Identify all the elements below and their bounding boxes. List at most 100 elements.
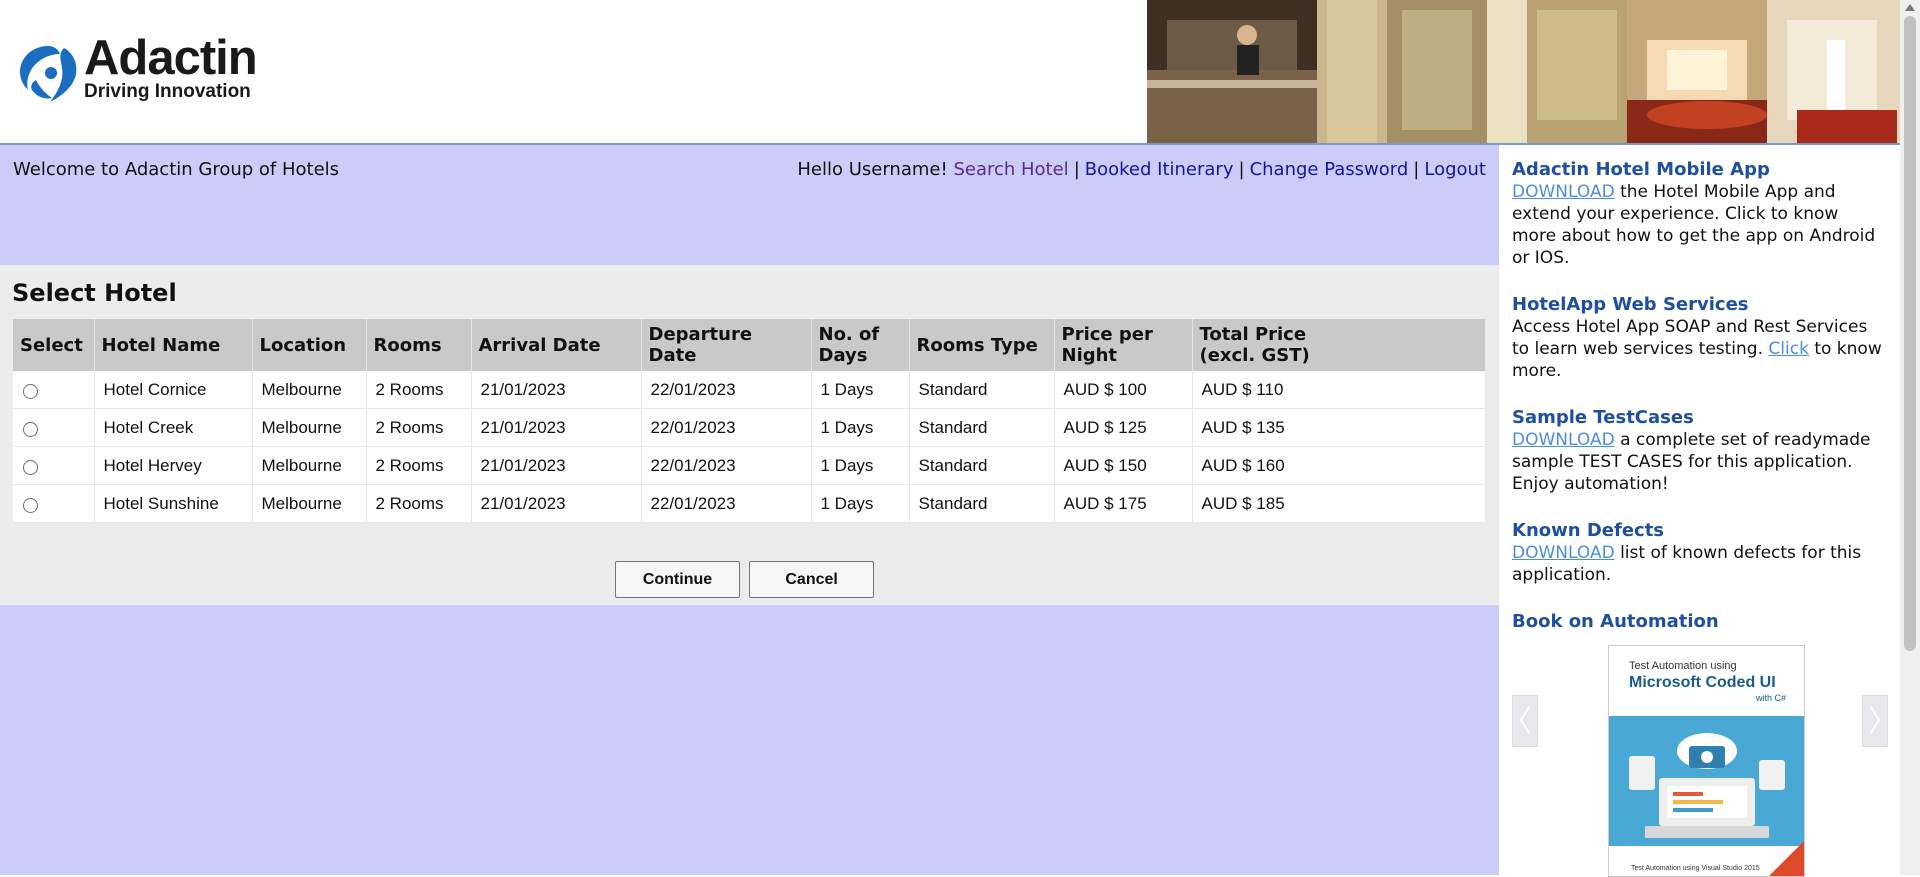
column-header-text: Night [1061,345,1118,366]
column-header-price-per-night: Price per Night [1054,319,1193,371]
book-cover-title: Microsoft Coded UI [1629,674,1776,691]
page-title: Select Hotel [12,279,177,307]
book-cover-caption: Test Automation using Visual Studio 2015 [1631,865,1760,872]
welcome-text: Welcome to Adactin Group of Hotels [13,159,340,180]
laptop-illustration-icon [1609,733,1804,876]
price-per-night-cell: AUD $ 175 [1054,484,1193,523]
location-cell: Melbourne [252,408,367,447]
departure-date-cell: 22/01/2023 [641,408,812,447]
web-services-click-link[interactable]: Click [1768,339,1809,359]
select-cell [13,446,95,485]
book-cover-image[interactable]: Test Automation using Microsoft Coded UI… [1608,645,1805,877]
total-price-cell: AUD $ 185 [1192,484,1486,523]
book-cover-subtitle: Test Automation using [1629,660,1737,672]
known-defects-section: Known Defects DOWNLOAD list of known def… [1512,520,1887,586]
arrival-date-cell: 21/01/2023 [471,408,642,447]
arrival-date-cell: 21/01/2023 [471,446,642,485]
scroll-up-arrow-icon[interactable] [1905,4,1915,11]
page-header: Adactin Driving Innovation [0,0,1900,145]
column-header-rooms: Rooms [366,319,472,371]
table-row: Hotel Cornice Melbourne 2 Rooms 21/01/20… [13,371,1486,409]
book-section: Book on Automation [1512,611,1887,633]
top-navigation: Hello Username! Search Hotel | Booked Itin… [797,159,1486,180]
hotel-name-cell: Hotel Cornice [94,371,253,409]
column-header-hotel-name: Hotel Name [94,319,253,371]
chevron-right-icon [1870,706,1881,734]
days-cell: 1 Days [811,446,910,485]
select-hotel-panel: Select Hotel Select Hotel Name Location … [0,265,1499,605]
column-header-arrival-date: Arrival Date [471,319,642,371]
user-greeting: Hello Username! [797,159,948,180]
mobile-app-title: Adactin Hotel Mobile App [1512,159,1770,180]
book-cover-header: Test Automation using Microsoft Coded UI… [1609,646,1804,716]
arrival-date-cell: 21/01/2023 [471,371,642,409]
hotel-select-radio[interactable] [23,384,38,400]
rooms-cell: 2 Rooms [366,446,472,485]
hotel-select-radio[interactable] [23,498,38,514]
column-header-text: Days [818,345,868,366]
days-cell: 1 Days [811,371,910,409]
column-header-text: No. of [818,324,880,345]
continue-button[interactable]: Continue [615,561,740,598]
location-cell: Melbourne [252,484,367,523]
brand-tagline: Driving Innovation [84,81,251,102]
table-row: Hotel Sunshine Melbourne 2 Rooms 21/01/2… [13,484,1486,523]
mobile-app-download-link[interactable]: DOWNLOAD [1512,182,1615,202]
price-per-night-cell: AUD $ 125 [1054,408,1193,447]
hotel-select-radio[interactable] [23,460,38,476]
test-cases-download-link[interactable]: DOWNLOAD [1512,430,1615,450]
web-services-title: HotelApp Web Services [1512,294,1749,315]
adactin-logo: Adactin Driving Innovation [18,34,288,106]
column-header-text: Price per [1061,324,1153,345]
right-sidebar: Adactin Hotel Mobile App DOWNLOAD the Ho… [1499,145,1900,877]
nav-separator: | [1073,159,1080,180]
cancel-button[interactable]: Cancel [749,561,875,598]
book-cover-lang: with C# [1755,693,1786,703]
departure-date-cell: 22/01/2023 [641,371,812,409]
carousel-next-button[interactable] [1862,695,1888,747]
booked-itinerary-link[interactable]: Booked Itinerary [1085,159,1234,180]
table-row: Hotel Hervey Melbourne 2 Rooms 21/01/202… [13,446,1486,485]
rooms-cell: 2 Rooms [366,408,472,447]
total-price-cell: AUD $ 110 [1192,371,1486,409]
action-buttons: Continue Cancel [615,561,878,598]
total-price-cell: AUD $ 135 [1192,408,1486,447]
select-cell [13,371,95,409]
departure-date-cell: 22/01/2023 [641,484,812,523]
search-hotel-link[interactable]: Search Hotel [953,159,1068,180]
price-per-night-cell: AUD $ 150 [1054,446,1193,485]
room-type-cell: Standard [909,408,1055,447]
scrollbar-thumb[interactable] [1904,16,1916,651]
nav-separator: | [1413,159,1420,180]
chevron-left-icon [1519,706,1530,734]
hotel-name-cell: Hotel Hervey [94,446,253,485]
room-type-cell: Standard [909,484,1055,523]
test-cases-section: Sample TestCases DOWNLOAD a complete set… [1512,407,1887,495]
days-cell: 1 Days [811,408,910,447]
location-cell: Melbourne [252,371,367,409]
hotel-select-radio[interactable] [23,422,38,438]
hotel-lobby-banner [1147,0,1900,143]
web-services-section: HotelApp Web Services Access Hotel App S… [1512,294,1887,382]
select-cell [13,484,95,523]
page-scrollbar[interactable] [1900,0,1920,875]
known-defects-download-link[interactable]: DOWNLOAD [1512,543,1615,563]
carousel-prev-button[interactable] [1512,695,1538,747]
column-header-rooms-type: Rooms Type [909,319,1055,371]
column-header-total-price: Total Price (excl. GST) [1192,319,1486,371]
mobile-app-section: Adactin Hotel Mobile App DOWNLOAD the Ho… [1512,159,1887,269]
table-header-row: Select Hotel Name Location Rooms Arrival… [13,319,1486,371]
days-cell: 1 Days [811,484,910,523]
arrival-date-cell: 21/01/2023 [471,484,642,523]
column-header-text: (excl. GST) [1199,345,1310,366]
location-cell: Melbourne [252,446,367,485]
nav-separator: | [1238,159,1245,180]
hotel-lobby-image [1147,0,1900,143]
room-type-cell: Standard [909,371,1055,409]
change-password-link[interactable]: Change Password [1250,159,1409,180]
column-header-location: Location [252,319,367,371]
price-per-night-cell: AUD $ 100 [1054,371,1193,409]
select-cell [13,408,95,447]
table-row: Hotel Creek Melbourne 2 Rooms 21/01/2023… [13,408,1486,447]
logout-link[interactable]: Logout [1424,159,1486,180]
